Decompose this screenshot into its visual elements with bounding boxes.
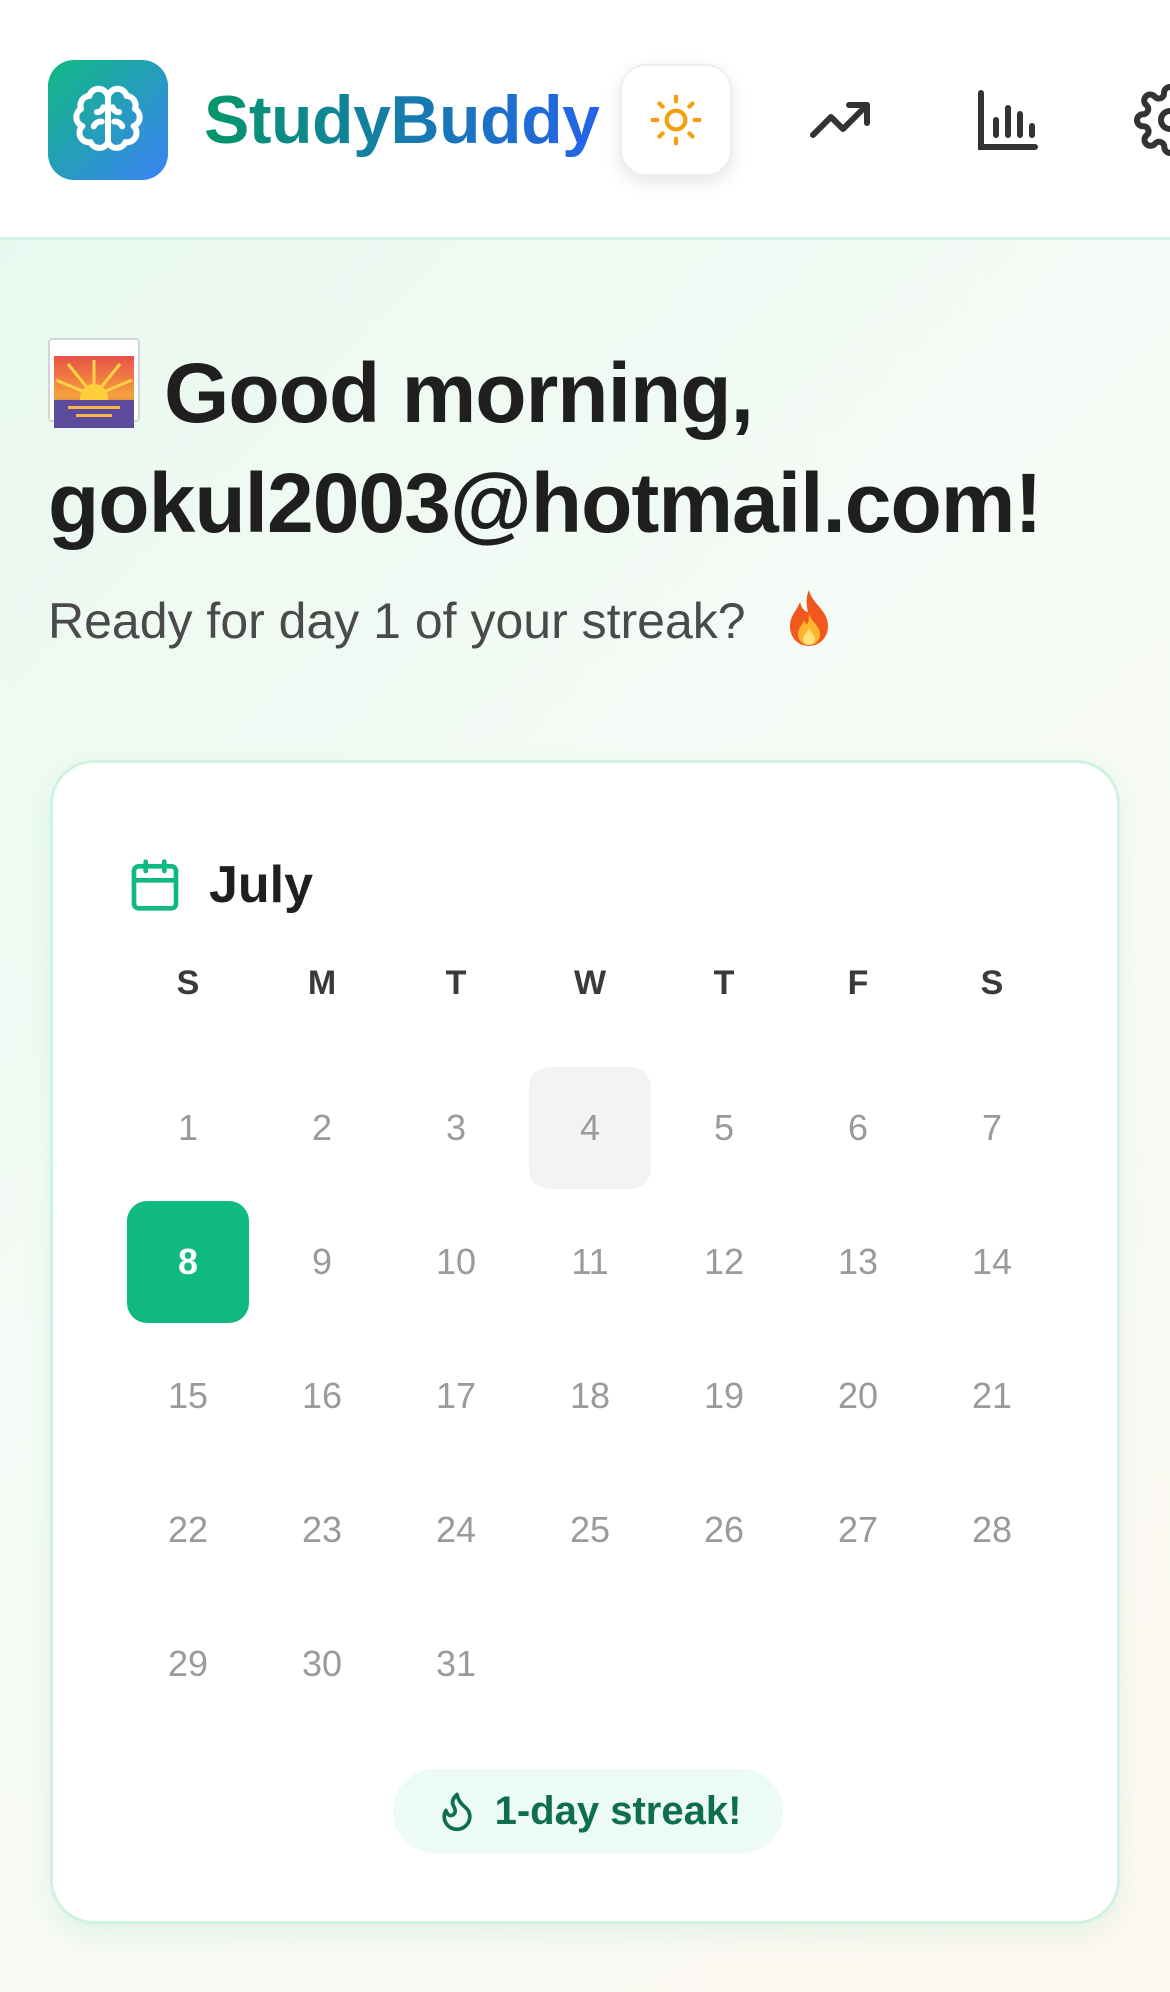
- sun-icon: [650, 94, 702, 146]
- calendar-day-number: 25: [569, 1509, 611, 1550]
- calendar-day-number: 7: [981, 1107, 1003, 1148]
- calendar-day-number: 20: [837, 1375, 879, 1416]
- calendar-day-number: 27: [837, 1509, 879, 1550]
- calendar-card: July S M T W T F S 1 2 3 4 5 6 7 8 9 10 11 12 13 14 15…: [50, 760, 1120, 1924]
- month-label: July: [209, 856, 314, 914]
- greeting-text: Good morning, gokul2003@hotmail.com!: [48, 346, 1042, 550]
- streak-prompt: Ready for day 1 of your streak?: [48, 586, 836, 656]
- calendar-icon: [131, 859, 179, 911]
- calendar-day-today[interactable]: 8: [121, 1195, 255, 1329]
- calendar-day-number: 4: [529, 1067, 651, 1189]
- calendar-day[interactable]: 2: [255, 1061, 389, 1195]
- calendar-day-number: 6: [847, 1107, 869, 1148]
- app-header: StudyBuddy: [0, 0, 1170, 240]
- calendar-day-number: 24: [435, 1509, 477, 1550]
- weekday-header: S M T W T F S: [121, 953, 1059, 1013]
- calendar-day[interactable]: 11: [523, 1195, 657, 1329]
- calendar-day[interactable]: 29: [121, 1597, 255, 1731]
- trends-nav-button[interactable]: [800, 80, 880, 160]
- streak-badge: 1-day streak!: [393, 1769, 783, 1853]
- weekday-label: T: [713, 963, 735, 1002]
- calendar-day-number: 26: [703, 1509, 745, 1550]
- calendar-day[interactable]: 17: [389, 1329, 523, 1463]
- calendar-day[interactable]: 14: [925, 1195, 1059, 1329]
- calendar-day-number: 3: [445, 1107, 467, 1148]
- calendar-day[interactable]: 27: [791, 1463, 925, 1597]
- weekday-label: M: [307, 963, 337, 1002]
- settings-nav-button[interactable]: [1130, 80, 1170, 160]
- bar-chart-icon: [978, 90, 1038, 150]
- calendar-day-number: 30: [301, 1643, 343, 1684]
- weekday-label: S: [176, 963, 200, 1002]
- weekday-label: F: [847, 963, 869, 1002]
- calendar-day[interactable]: 18: [523, 1329, 657, 1463]
- calendar-day-number: 22: [167, 1509, 209, 1550]
- calendar-days: 1 2 3 4 5 6 7 8 9 10 11 12 13 14 15 16 17 18 19 20 21 22 23 24 2…: [121, 1061, 1059, 1731]
- calendar-day[interactable]: 25: [523, 1463, 657, 1597]
- calendar-day[interactable]: 31: [389, 1597, 523, 1731]
- brand-name: StudyBuddy: [204, 82, 600, 158]
- calendar-day[interactable]: 26: [657, 1463, 791, 1597]
- calendar-day-number: 1: [177, 1107, 199, 1148]
- calendar-day[interactable]: 5: [657, 1061, 791, 1195]
- app-logo[interactable]: [48, 60, 168, 180]
- fire-emoji: [782, 588, 836, 648]
- brain-icon: [73, 85, 143, 151]
- calendar-day[interactable]: 4: [523, 1061, 657, 1195]
- calendar-day-number: 14: [971, 1241, 1013, 1282]
- calendar-day[interactable]: 16: [255, 1329, 389, 1463]
- calendar-day[interactable]: 13: [791, 1195, 925, 1329]
- calendar-day[interactable]: 20: [791, 1329, 925, 1463]
- calendar-day-number: 2: [311, 1107, 333, 1148]
- calendar-day-number: 13: [837, 1241, 879, 1282]
- calendar-day-number: 15: [167, 1375, 209, 1416]
- calendar-day-number: 5: [713, 1107, 735, 1148]
- calendar-day[interactable]: 6: [791, 1061, 925, 1195]
- calendar-day-number: 17: [435, 1375, 477, 1416]
- calendar-day-number: 29: [167, 1643, 209, 1684]
- weekday-label: S: [980, 963, 1004, 1002]
- calendar-day[interactable]: 21: [925, 1329, 1059, 1463]
- calendar-day-number: 11: [571, 1241, 609, 1282]
- calendar-day-number: 19: [703, 1375, 745, 1416]
- streak-prompt-text: Ready for day 1 of your streak?: [48, 593, 746, 649]
- calendar-day[interactable]: 23: [255, 1463, 389, 1597]
- calendar-day-number: 21: [971, 1375, 1013, 1416]
- calendar-day[interactable]: 15: [121, 1329, 255, 1463]
- trending-icon: [810, 102, 870, 138]
- calendar-day[interactable]: 19: [657, 1329, 791, 1463]
- weekday-label: T: [445, 963, 467, 1002]
- calendar-day[interactable]: 22: [121, 1463, 255, 1597]
- calendar-day-number: 9: [311, 1241, 333, 1282]
- stats-nav-button[interactable]: [968, 80, 1048, 160]
- calendar-day[interactable]: 9: [255, 1195, 389, 1329]
- calendar-day[interactable]: 28: [925, 1463, 1059, 1597]
- calendar-day-number: 12: [703, 1241, 745, 1282]
- calendar-day-number: 28: [971, 1509, 1013, 1550]
- flame-icon: [441, 1792, 472, 1832]
- gear-icon: [1134, 84, 1170, 156]
- calendar-header: July: [127, 845, 313, 925]
- calendar-day-number: 8: [127, 1201, 249, 1323]
- calendar-day-number: 23: [301, 1509, 343, 1550]
- greeting-heading: Good morning, gokul2003@hotmail.com!: [48, 338, 1158, 558]
- sunrise-emoji: [48, 338, 140, 428]
- calendar-day-number: 31: [435, 1643, 477, 1684]
- theme-toggle-button[interactable]: [620, 64, 732, 176]
- streak-label: 1-day streak!: [494, 1788, 742, 1833]
- calendar-day[interactable]: 3: [389, 1061, 523, 1195]
- calendar-day-number: 16: [301, 1375, 343, 1416]
- weekday-label: W: [573, 963, 607, 1002]
- calendar-day[interactable]: 10: [389, 1195, 523, 1329]
- calendar-day-number: 10: [435, 1241, 477, 1282]
- calendar-day[interactable]: 24: [389, 1463, 523, 1597]
- calendar-day[interactable]: 1: [121, 1061, 255, 1195]
- calendar-day[interactable]: 12: [657, 1195, 791, 1329]
- calendar-day[interactable]: 30: [255, 1597, 389, 1731]
- calendar-day[interactable]: 7: [925, 1061, 1059, 1195]
- calendar-day-number: 18: [569, 1375, 611, 1416]
